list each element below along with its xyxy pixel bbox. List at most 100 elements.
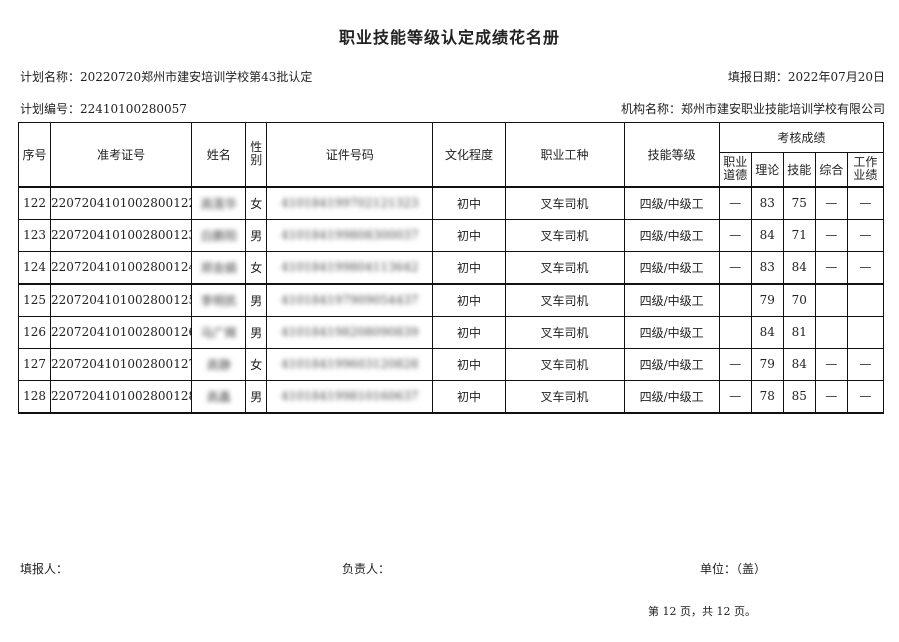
header-skill-level: 技能等级 <box>623 122 720 187</box>
cell-id-no: 410184199603120828 <box>266 347 434 381</box>
cell-gender: 女 <box>245 250 268 285</box>
cell-seq: 126 <box>17 315 52 349</box>
header-comprehensive: 综合 <box>814 152 848 187</box>
header-name: 姓名 <box>191 122 247 187</box>
cell-comprehensive: — <box>814 218 848 252</box>
cell-education: 初中 <box>432 218 506 252</box>
cell-education: 初中 <box>432 315 506 349</box>
header-id-no: 证件号码 <box>266 122 434 187</box>
header-scores-group: 考核成绩 <box>718 122 885 153</box>
cell-work <box>846 283 885 317</box>
cell-name-text: 高莲华 <box>200 196 237 211</box>
cell-level: 四级/中级工 <box>623 315 720 349</box>
cell-gender: 女 <box>245 347 268 381</box>
cell-skill: 70 <box>782 283 816 317</box>
cell-occupation: 叉车司机 <box>504 315 625 349</box>
cell-skill: 75 <box>782 185 816 220</box>
cell-skill: 71 <box>782 218 816 252</box>
report-date: 填报日期：2022年07月20日 <box>727 70 885 84</box>
cell-seq: 127 <box>17 347 52 381</box>
cell-name: 郑会娟 <box>191 250 247 285</box>
cell-theory: 79 <box>750 283 784 317</box>
cell-id-no-text: 410184199810160637 <box>281 389 419 403</box>
cell-ethics: — <box>718 250 752 285</box>
filler-label: 填报人： <box>20 562 69 576</box>
cell-comprehensive <box>814 315 848 349</box>
cell-education: 初中 <box>432 185 506 220</box>
table-row: 125 2207204101002800125 李明凯 男 4101841979… <box>17 283 885 317</box>
cell-exam-no: 2207204101002800128 <box>50 379 193 414</box>
cell-level: 四级/中级工 <box>623 185 720 220</box>
table-row: 128 2207204101002800128 高鑫 男 41018419981… <box>17 379 885 414</box>
cell-ethics: — <box>718 185 752 220</box>
cell-theory: 83 <box>750 185 784 220</box>
cell-level: 四级/中级工 <box>623 250 720 285</box>
cell-name-text: 白鹏阳 <box>200 228 237 243</box>
cell-id-no: 410184198208090839 <box>266 315 434 349</box>
cell-name: 马广辉 <box>191 315 247 349</box>
cell-exam-no: 220720410100280012​2 <box>50 185 193 220</box>
cell-seq: 124 <box>17 250 52 285</box>
cell-id-no-text: 410184197909054437 <box>281 293 419 307</box>
header-skill: 技能 <box>782 152 816 187</box>
cell-name-text: 马广辉 <box>200 325 237 340</box>
cell-name: 高静 <box>191 347 247 381</box>
header-ethics: 职业道德 <box>718 152 752 187</box>
cell-gender: 男 <box>245 315 268 349</box>
cell-theory: 84 <box>750 315 784 349</box>
cell-ethics: — <box>718 347 752 381</box>
cell-id-no: 410184199702121323 <box>266 185 434 220</box>
cell-name: 高莲华 <box>191 185 247 220</box>
cell-seq: 123 <box>17 218 52 252</box>
cell-education: 初中 <box>432 283 506 317</box>
header-gender: 性别 <box>245 122 268 187</box>
cell-occupation: 叉车司机 <box>504 185 625 220</box>
cell-comprehensive: — <box>814 379 848 414</box>
cell-gender: 男 <box>245 218 268 252</box>
cell-id-no: 410184199804113642 <box>266 250 434 285</box>
cell-id-no-text: 410184199702121323 <box>281 196 419 210</box>
cell-seq: 122 <box>17 185 52 220</box>
cell-occupation: 叉车司机 <box>504 283 625 317</box>
organization-name: 机构名称：郑州市建安职业技能培训学校有限公司 <box>620 102 885 116</box>
cell-id-no-text: 410184198208090839 <box>281 325 419 339</box>
cell-theory: 83 <box>750 250 784 285</box>
cell-occupation: 叉车司机 <box>504 218 625 252</box>
cell-exam-no: 2207204101002800127 <box>50 347 193 381</box>
cell-gender: 男 <box>245 283 268 317</box>
cell-gender: 男 <box>245 379 268 414</box>
cell-work: — <box>846 379 885 414</box>
cell-gender: 女 <box>245 185 268 220</box>
cell-skill: 85 <box>782 379 816 414</box>
cell-name-text: 高鑫 <box>206 389 231 404</box>
cell-education: 初中 <box>432 250 506 285</box>
header-occupation: 职业工种 <box>504 122 625 187</box>
cell-ethics: — <box>718 218 752 252</box>
header-seq: 序号 <box>17 122 52 187</box>
cell-seq: 125 <box>17 283 52 317</box>
cell-name: 李明凯 <box>191 283 247 317</box>
cell-id-no-text: 410184199808300037 <box>281 228 419 242</box>
cell-work: — <box>846 218 885 252</box>
cell-occupation: 叉车司机 <box>504 250 625 285</box>
table-row: 122 220720410100280012​2 高莲华 女 410184199… <box>17 185 885 220</box>
score-roster-table: 序号 准考证号 姓名 性别 证件号码 文化程度 职业工种 技能等级 考核成绩 职… <box>17 122 885 414</box>
cell-level: 四级/中级工 <box>623 283 720 317</box>
header-exam-no: 准考证号 <box>50 122 193 187</box>
cell-name-text: 李明凯 <box>200 293 237 308</box>
page-indicator: 第 12 页，共 12 页。 <box>648 605 756 618</box>
cell-skill: 81 <box>782 315 816 349</box>
cell-id-no: 410184199808300037 <box>266 218 434 252</box>
cell-work: — <box>846 347 885 381</box>
cell-exam-no: 2207204101002800126 <box>50 315 193 349</box>
cell-education: 初中 <box>432 347 506 381</box>
cell-work <box>846 315 885 349</box>
cell-comprehensive <box>814 283 848 317</box>
responsible-label: 负责人： <box>342 562 391 576</box>
cell-level: 四级/中级工 <box>623 218 720 252</box>
cell-work: — <box>846 250 885 285</box>
cell-name: 白鹏阳 <box>191 218 247 252</box>
cell-work: — <box>846 185 885 220</box>
cell-exam-no: 2207204101002800124 <box>50 250 193 285</box>
plan-name: 计划名称：20220720郑州市建安培训学校第43批认定 <box>20 70 313 84</box>
